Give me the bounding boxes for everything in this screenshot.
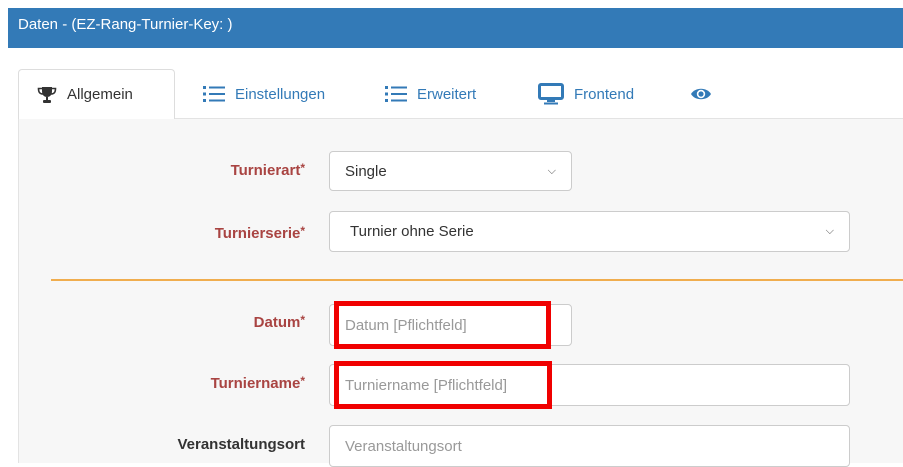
chevron-down-icon: ⌵ (547, 164, 556, 177)
list-icon (385, 85, 407, 103)
turnierart-select[interactable]: Single ⌵ (329, 151, 572, 191)
turnierserie-value: Turnier ohne Serie (350, 223, 474, 240)
veranstaltungsort-input[interactable] (329, 425, 850, 467)
tab-label: Allgemein (67, 86, 133, 103)
turniername-input[interactable] (329, 364, 850, 406)
section-divider (51, 279, 903, 281)
tab-erweitert[interactable]: Erweitert (385, 69, 476, 119)
trophy-icon (37, 86, 57, 104)
tab-allgemein[interactable]: Allgemein (18, 69, 175, 119)
turnierserie-select[interactable]: Turnier ohne Serie ⌵ (329, 211, 850, 252)
list-icon (203, 85, 225, 103)
turnierart-value: Single (345, 162, 387, 180)
monitor-icon (538, 83, 564, 105)
turnierart-label: Turnierart* (230, 161, 305, 179)
turniername-label: Turniername* (210, 374, 305, 392)
turnierserie-label: Turnierserie* (214, 224, 305, 242)
tab-label: Erweitert (417, 85, 477, 103)
header-title: Daten - (EZ-Rang-Turnier-Key: ) (18, 16, 233, 33)
eye-icon (690, 86, 712, 102)
tab-frontend[interactable]: Frontend (538, 69, 634, 119)
tab-label: Einstellungen (235, 85, 326, 103)
datum-input[interactable] (329, 304, 572, 346)
datum-label: Datum* (253, 313, 305, 331)
window-header: Daten - (EZ-Rang-Turnier-Key: ) (8, 8, 903, 48)
tab-label: Frontend (574, 85, 635, 103)
tab-einstellungen[interactable]: Einstellungen (203, 69, 325, 119)
chevron-down-icon: ⌵ (825, 225, 834, 237)
tab-preview[interactable] (690, 69, 722, 119)
veranstaltungsort-label: Veranstaltungsort (177, 436, 305, 453)
tab-bar: Allgemein Einstellungen Erweitert Fronte… (18, 69, 903, 119)
